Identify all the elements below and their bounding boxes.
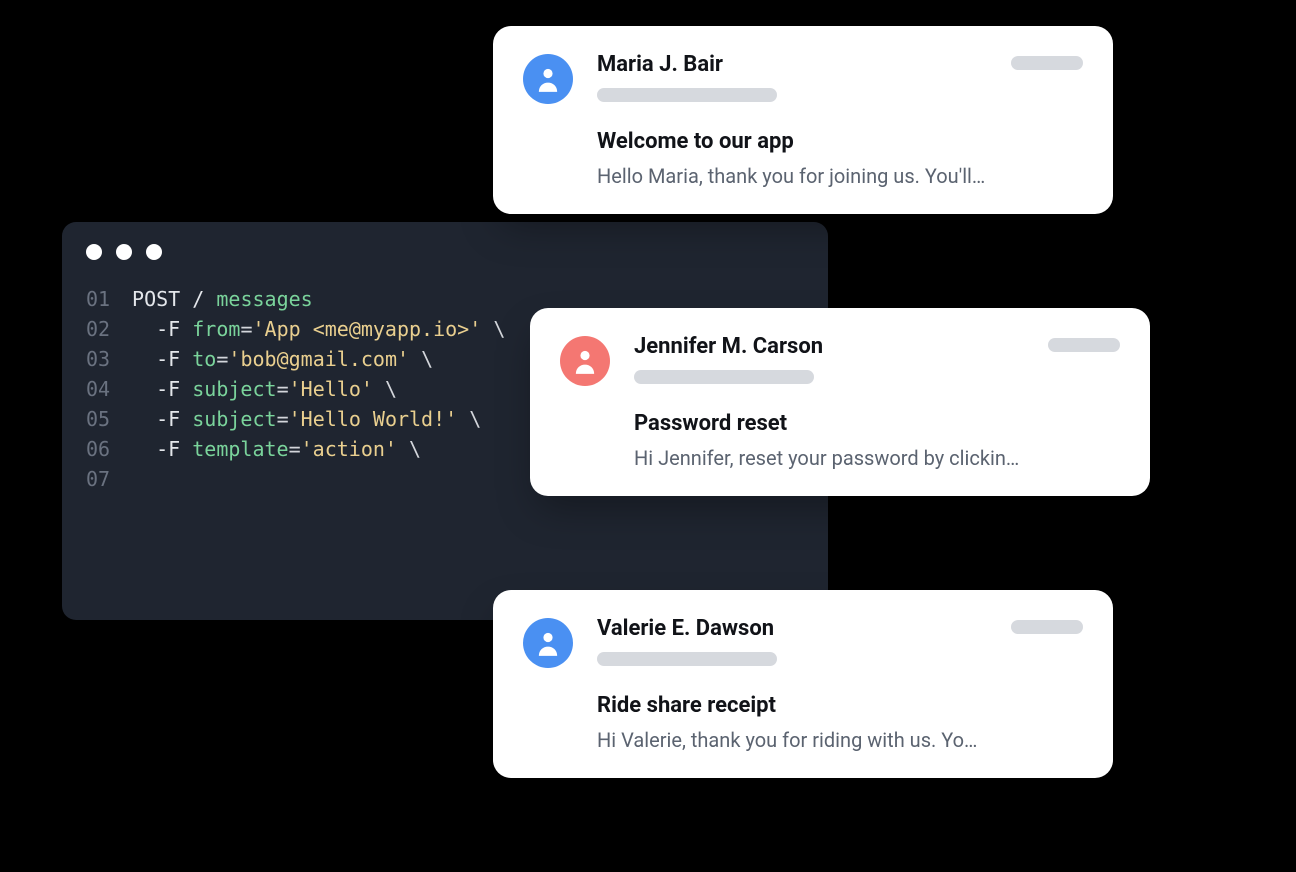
badge-placeholder [1011,620,1083,634]
message-subject: Password reset [634,410,1120,438]
message-card[interactable]: Valerie E. Dawson Ride share receipt Hi … [493,590,1113,778]
window-dot-close-icon [86,244,102,260]
meta-placeholder [597,652,777,666]
card-body: Valerie E. Dawson Ride share receipt Hi … [597,616,1083,752]
sender-name: Jennifer M. Carson [634,334,823,360]
message-preview: Hi Jennifer, reset your password by clic… [634,446,1120,470]
avatar [560,336,610,386]
avatar [523,54,573,104]
person-icon [537,630,559,656]
card-header: Maria J. Bair [597,52,1083,102]
card-body: Jennifer M. Carson Password reset Hi Jen… [634,334,1120,470]
window-dot-zoom-icon [146,244,162,260]
sender-name: Maria J. Bair [597,52,777,78]
window-controls [86,244,804,260]
card-header: Jennifer M. Carson [634,334,1120,384]
meta-placeholder [597,88,777,102]
message-subject: Ride share receipt [597,692,1083,720]
badge-placeholder [1048,338,1120,352]
message-card[interactable]: Jennifer M. Carson Password reset Hi Jen… [530,308,1150,496]
message-subject: Welcome to our app [597,128,1083,156]
window-dot-minimize-icon [116,244,132,260]
badge-placeholder [1011,56,1083,70]
message-preview: Hi Valerie, thank you for riding with us… [597,728,1083,752]
sender-name: Valerie E. Dawson [597,616,777,642]
card-header: Valerie E. Dawson [597,616,1083,666]
person-icon [574,348,596,374]
card-body: Maria J. Bair Welcome to our app Hello M… [597,52,1083,188]
message-card[interactable]: Maria J. Bair Welcome to our app Hello M… [493,26,1113,214]
avatar [523,618,573,668]
person-icon [537,66,559,92]
meta-placeholder [634,370,814,384]
message-preview: Hello Maria, thank you for joining us. Y… [597,164,1083,188]
